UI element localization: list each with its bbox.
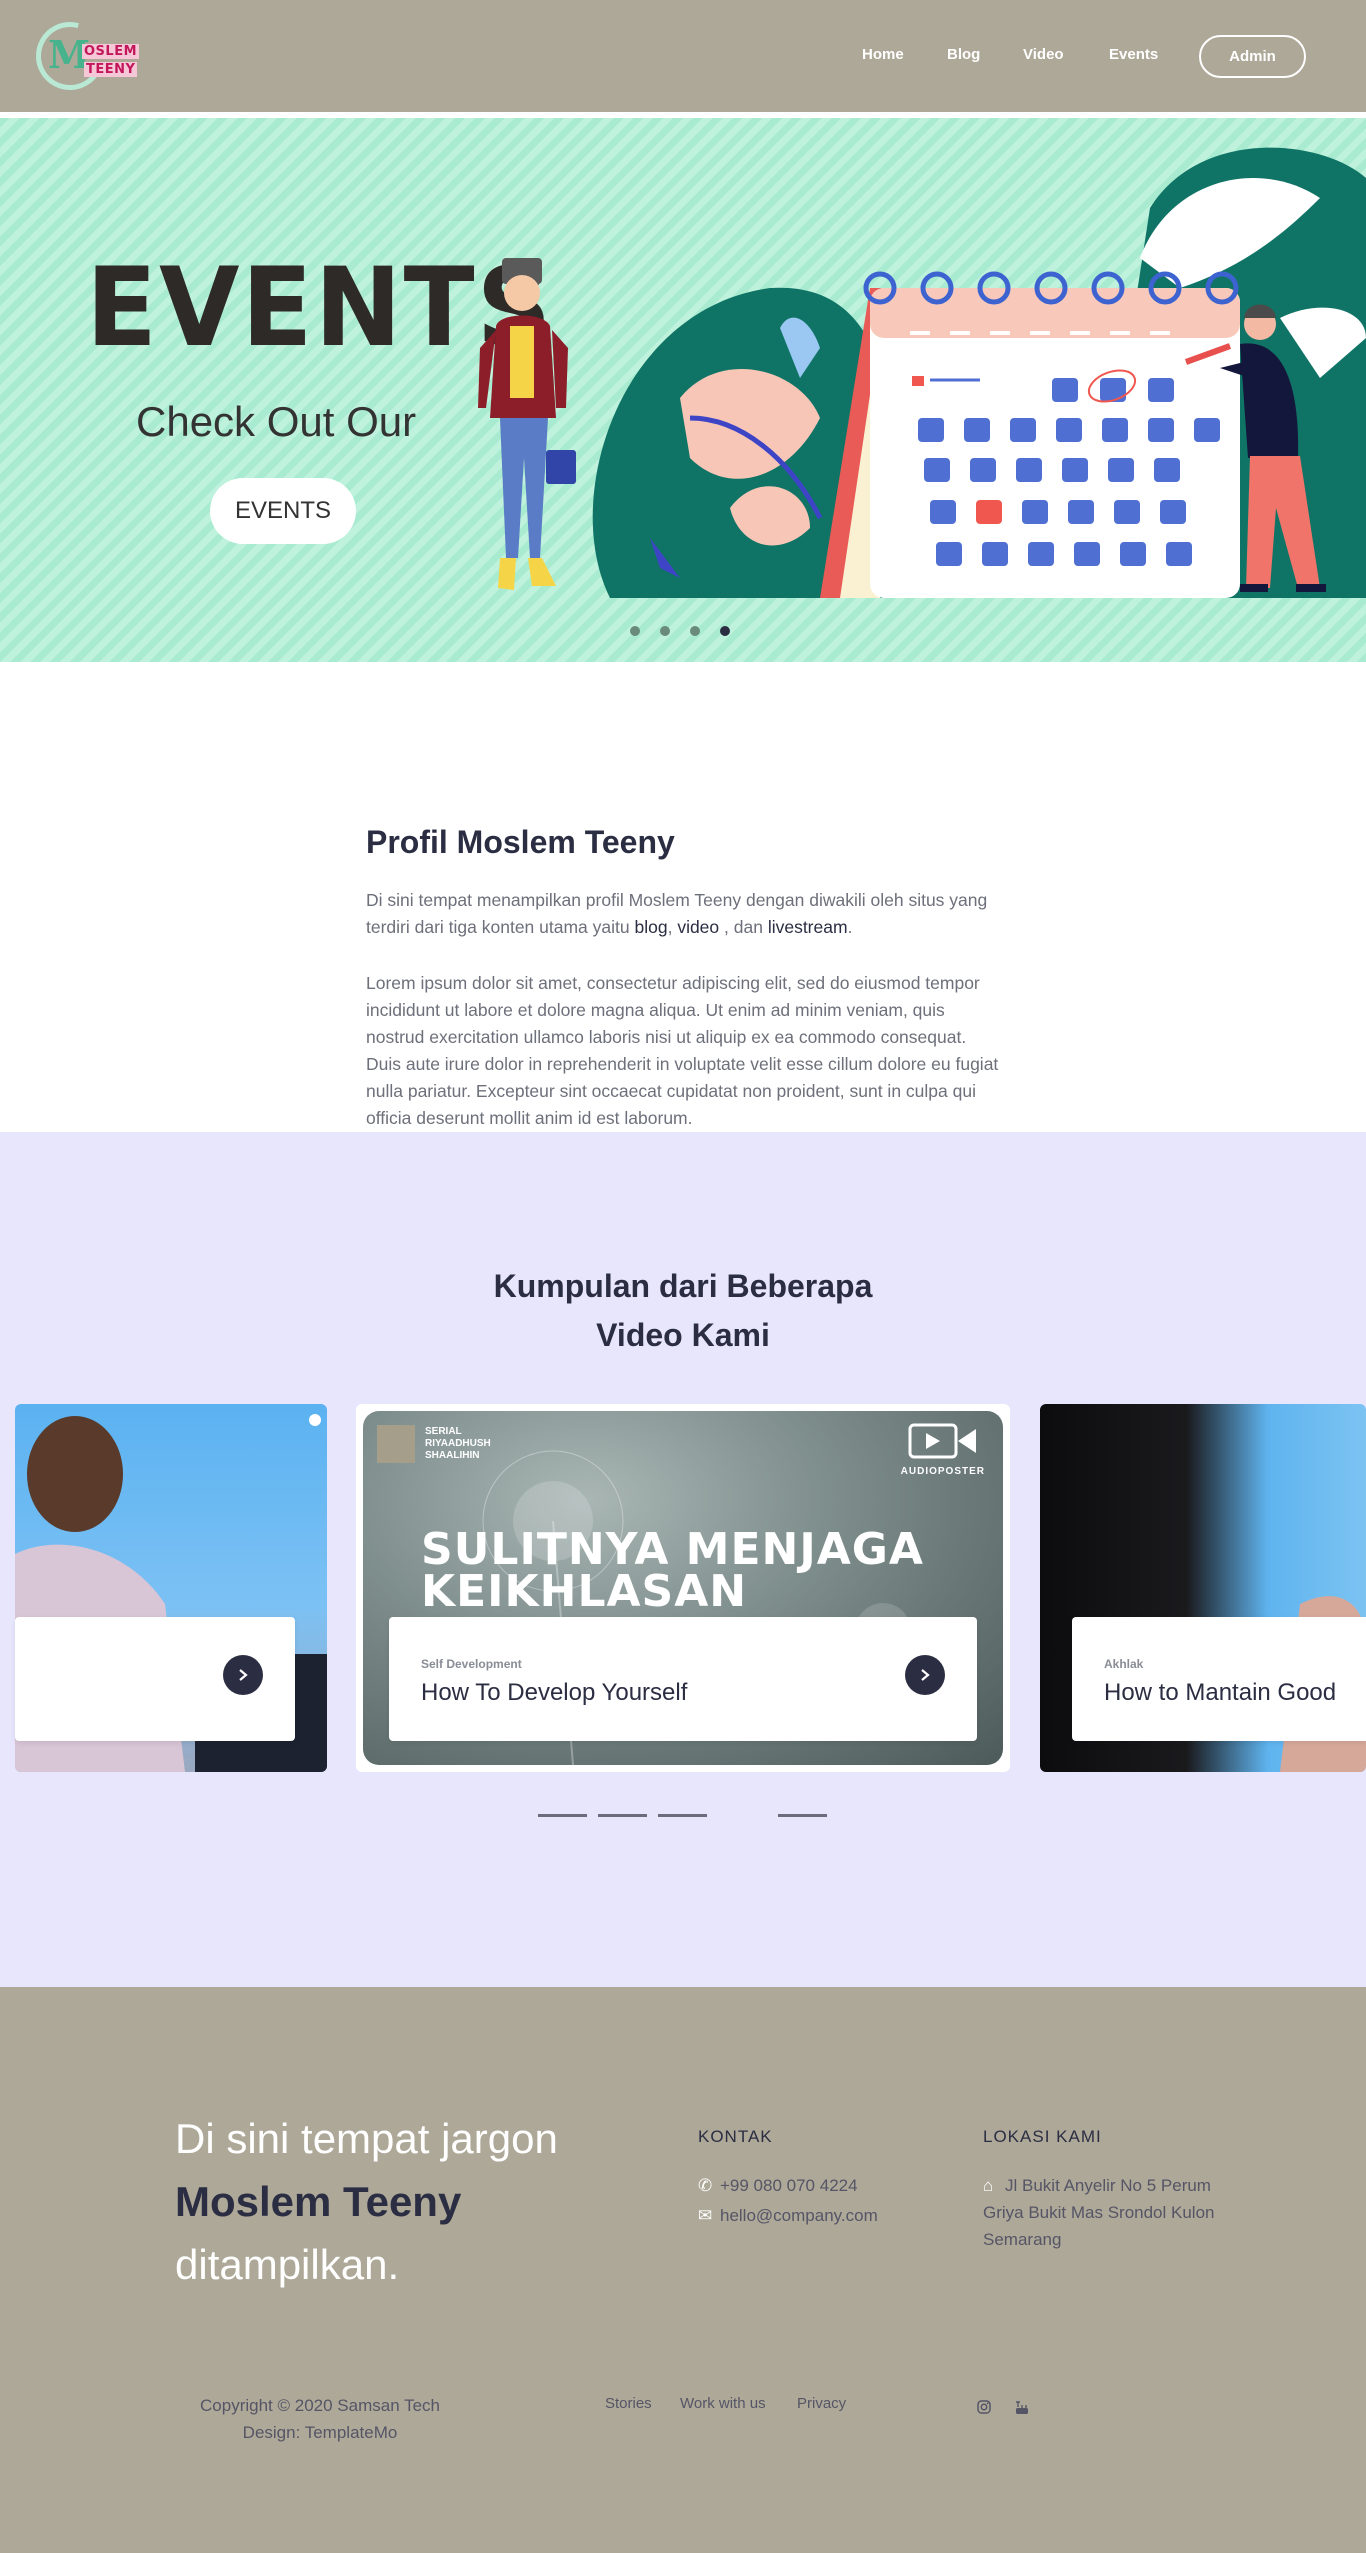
- footer-tagline: Di sini tempat jargon Moslem Teeny ditam…: [175, 2107, 558, 2296]
- admin-button[interactable]: Admin: [1199, 35, 1306, 78]
- logo-line-2: TEENY: [84, 62, 138, 77]
- nav-home[interactable]: Home: [862, 46, 904, 63]
- footer-link-work-with-us[interactable]: Work with us: [680, 2395, 766, 2412]
- hero-slide-indicators: [630, 626, 730, 636]
- video-center-info: Self Development How To Develop Yourself: [389, 1617, 977, 1741]
- headline-line-2: KEIKHLASAN: [421, 1566, 748, 1617]
- profile-section: Profil Moslem Teeny Di sini tempat menam…: [0, 662, 1366, 1132]
- video-right-info: Akhlak How to Mantain Good: [1072, 1617, 1366, 1741]
- nav-blog[interactable]: Blog: [947, 46, 980, 63]
- hero-banner: EVENTS Check Out Our EVENTS: [0, 118, 1366, 662]
- calendar-note-marker: [912, 376, 924, 386]
- hero-subtitle: Check Out Our: [136, 398, 417, 445]
- series-label: SERIAL RIYAADHUSH SHAALIHIN: [425, 1426, 491, 1462]
- livestream-link[interactable]: livestream: [768, 917, 848, 937]
- phone-text: +99 080 070 4224: [720, 2176, 858, 2195]
- profile-intro: Di sini tempat menampilkan profil Moslem…: [366, 890, 988, 937]
- video-indicator-3[interactable]: [658, 1814, 707, 1817]
- videos-title: Kumpulan dari Beberapa Video Kami: [0, 1262, 1366, 1360]
- series-badge-icon: [377, 1425, 415, 1463]
- blog-link[interactable]: blog: [634, 917, 667, 937]
- hero-events-button[interactable]: EVENTS: [210, 478, 356, 544]
- video-title[interactable]: How To Develop Yourself: [421, 1679, 687, 1707]
- series-line-2: RIYAADHUSH: [425, 1438, 491, 1449]
- videos-section: Kumpulan dari Beberapa Video Kami SERIAL…: [0, 1132, 1366, 1987]
- footer-link-privacy[interactable]: Privacy: [797, 2395, 846, 2412]
- contact-heading: KONTAK: [698, 2127, 773, 2146]
- profile-description: Lorem ipsum dolor sit amet, consectetur …: [366, 973, 999, 1128]
- tagline-line-3: ditampilkan.: [175, 2241, 400, 2288]
- instagram-icon[interactable]: [976, 2399, 992, 2415]
- location-heading: LOKASI KAMI: [983, 2127, 1102, 2146]
- home-icon: ⌂: [983, 2176, 994, 2195]
- hero-dot-2[interactable]: [660, 626, 670, 636]
- video-indicator-1[interactable]: [538, 1814, 587, 1817]
- navbar: M OSLEM TEENY Home Blog Video Events Adm…: [0, 0, 1366, 115]
- video-category: Self Development: [421, 1657, 522, 1671]
- chevron-right-icon: [921, 1669, 930, 1681]
- envelope-icon: ✉: [698, 2206, 713, 2225]
- profile-intro-and: , dan: [719, 917, 768, 937]
- audioposter-label: AUDIOPOSTER: [900, 1466, 985, 1477]
- profile-intro-suffix: .: [847, 917, 853, 937]
- copyright-line-1: Copyright © 2020 Samsan Tech: [200, 2396, 440, 2415]
- videos-title-line-2: Video Kami: [596, 1317, 770, 1353]
- logo-line-1: OSLEM: [82, 44, 140, 59]
- logo[interactable]: M OSLEM TEENY: [23, 9, 140, 103]
- video-center-play-button[interactable]: [905, 1655, 945, 1695]
- hero-dot-3[interactable]: [690, 626, 700, 636]
- video-indicator-2[interactable]: [598, 1814, 647, 1817]
- hero-dot-1[interactable]: [630, 626, 640, 636]
- tagline-brand: Moslem Teeny: [175, 2178, 462, 2225]
- contact-phone[interactable]: ✆ +99 080 070 4224: [698, 2172, 858, 2199]
- email-text: hello@company.com: [720, 2206, 878, 2225]
- video-left-info: [15, 1617, 295, 1741]
- thumbnail-series: SERIAL RIYAADHUSH SHAALIHIN: [377, 1425, 491, 1463]
- youtube-icon[interactable]: [1014, 2399, 1030, 2415]
- video-camera-icon: [908, 1423, 976, 1459]
- profile-title: Profil Moslem Teeny: [366, 824, 675, 860]
- contact-email[interactable]: ✉ hello@company.com: [698, 2202, 878, 2229]
- copyright-line-2[interactable]: Design: TemplateMo: [243, 2423, 398, 2442]
- person-left-illustration: [478, 258, 576, 590]
- address-text: Jl Bukit Anyelir No 5 Perum Griya Bukit …: [983, 2176, 1215, 2249]
- calendar-highlight-day: [976, 500, 1002, 524]
- audioposter-brand: AUDIOPOSTER: [901, 1421, 985, 1477]
- series-line-3: SHAALIHIN: [425, 1450, 480, 1461]
- series-line-1: SERIAL: [425, 1426, 462, 1437]
- nav-video[interactable]: Video: [1023, 46, 1064, 63]
- video-indicator-4[interactable]: [778, 1814, 827, 1817]
- videos-title-line-1: Kumpulan dari Beberapa: [493, 1268, 873, 1304]
- footer-link-stories[interactable]: Stories: [605, 2395, 652, 2412]
- chevron-right-icon: [239, 1669, 248, 1681]
- video-link[interactable]: video: [677, 917, 719, 937]
- hero-illustration: [478, 147, 1366, 598]
- thumbnail-headline: SULITNYA MENJAGA KEIKHLASAN: [421, 1528, 924, 1614]
- nav-events[interactable]: Events: [1109, 46, 1158, 63]
- tagline-line-1: Di sini tempat jargon: [175, 2115, 558, 2162]
- video-category: Akhlak: [1104, 1657, 1144, 1671]
- video-left-play-button[interactable]: [223, 1655, 263, 1695]
- video-title[interactable]: How to Mantain Good: [1104, 1679, 1336, 1707]
- location-address: ⌂ Jl Bukit Anyelir No 5 Perum Griya Bukit…: [983, 2172, 1243, 2253]
- copyright: Copyright © 2020 Samsan Tech Design: Tem…: [180, 2392, 460, 2446]
- footer: Di sini tempat jargon Moslem Teeny ditam…: [0, 1987, 1366, 2553]
- hero-dot-4[interactable]: [720, 626, 730, 636]
- phone-icon: ✆: [698, 2176, 713, 2195]
